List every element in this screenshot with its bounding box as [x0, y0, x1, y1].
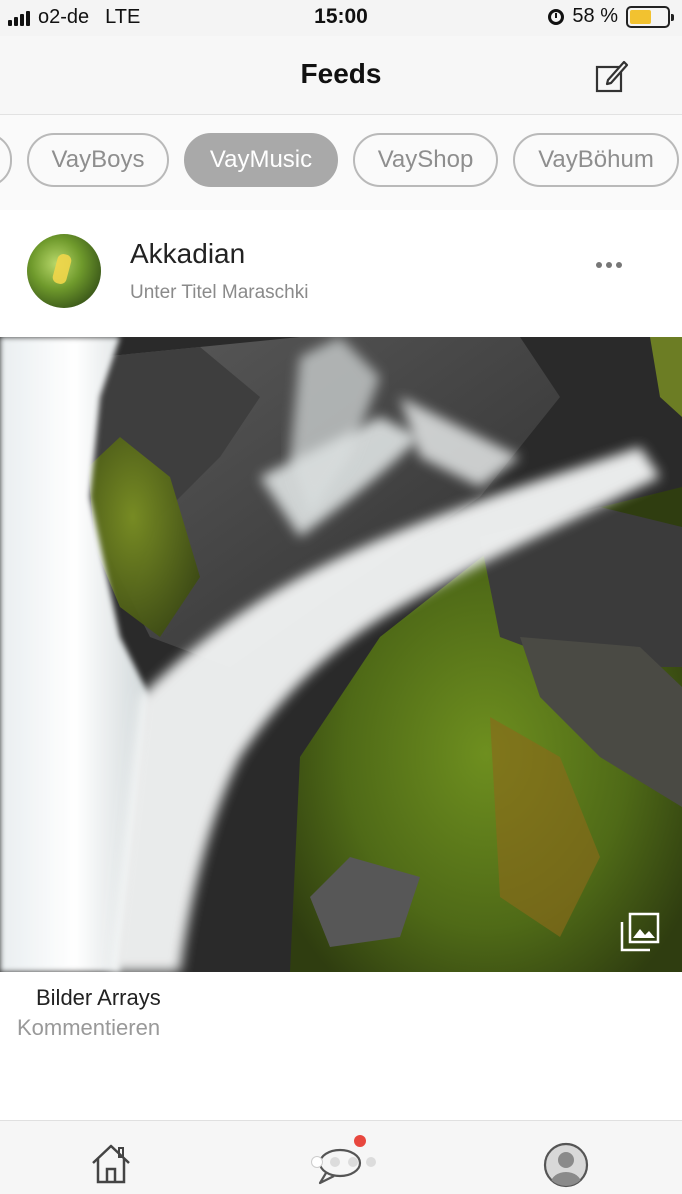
- page-indicator: [312, 1157, 376, 1167]
- nav-bar: Feeds: [0, 36, 682, 115]
- battery-percent: 58 %: [572, 5, 618, 27]
- comment-link[interactable]: Kommentieren: [17, 1015, 160, 1041]
- more-icon: [596, 262, 602, 268]
- tab-vaymusic[interactable]: VayMusic: [184, 133, 338, 187]
- tab-vayboehum[interactable]: VayBöhum: [513, 133, 679, 187]
- gallery-button[interactable]: [618, 910, 662, 954]
- category-tabs: VayBoys VayMusic VayShop VayBöhum: [0, 115, 682, 210]
- page-dot: [366, 1157, 376, 1167]
- battery-fill: [630, 9, 651, 24]
- tab-vayshop[interactable]: VayShop: [353, 133, 498, 187]
- more-button[interactable]: [596, 262, 622, 268]
- home-button[interactable]: [88, 1141, 134, 1187]
- home-icon: [92, 1144, 130, 1184]
- post-header: Akkadian Unter Titel Maraschki: [0, 210, 682, 337]
- compose-icon: [595, 60, 629, 93]
- status-right: 58 %: [548, 5, 674, 28]
- waterfall-photo: [0, 337, 682, 972]
- profile-icon: [543, 1142, 589, 1188]
- author-subtitle: Unter Titel Maraschki: [130, 282, 309, 303]
- post-caption: Bilder Arrays: [36, 985, 161, 1010]
- notification-dot: [354, 1135, 366, 1147]
- gallery-icon: [620, 912, 660, 952]
- tab-previous[interactable]: [0, 133, 12, 187]
- page-dot: [330, 1157, 340, 1167]
- page-title: Feeds: [300, 58, 382, 89]
- profile-button[interactable]: [542, 1141, 590, 1189]
- tab-bar: [0, 1120, 682, 1194]
- compose-button[interactable]: [594, 58, 630, 94]
- page-dot: [348, 1157, 358, 1167]
- tab-vayboys[interactable]: VayBoys: [27, 133, 169, 187]
- status-bar: o2-de LTE 15:00 58 %: [0, 0, 682, 36]
- author-name[interactable]: Akkadian: [130, 238, 245, 270]
- alarm-icon: [548, 8, 565, 25]
- post-image[interactable]: [0, 337, 682, 972]
- page-dot: [312, 1157, 322, 1167]
- avatar[interactable]: [27, 234, 101, 308]
- battery-icon: [626, 5, 674, 28]
